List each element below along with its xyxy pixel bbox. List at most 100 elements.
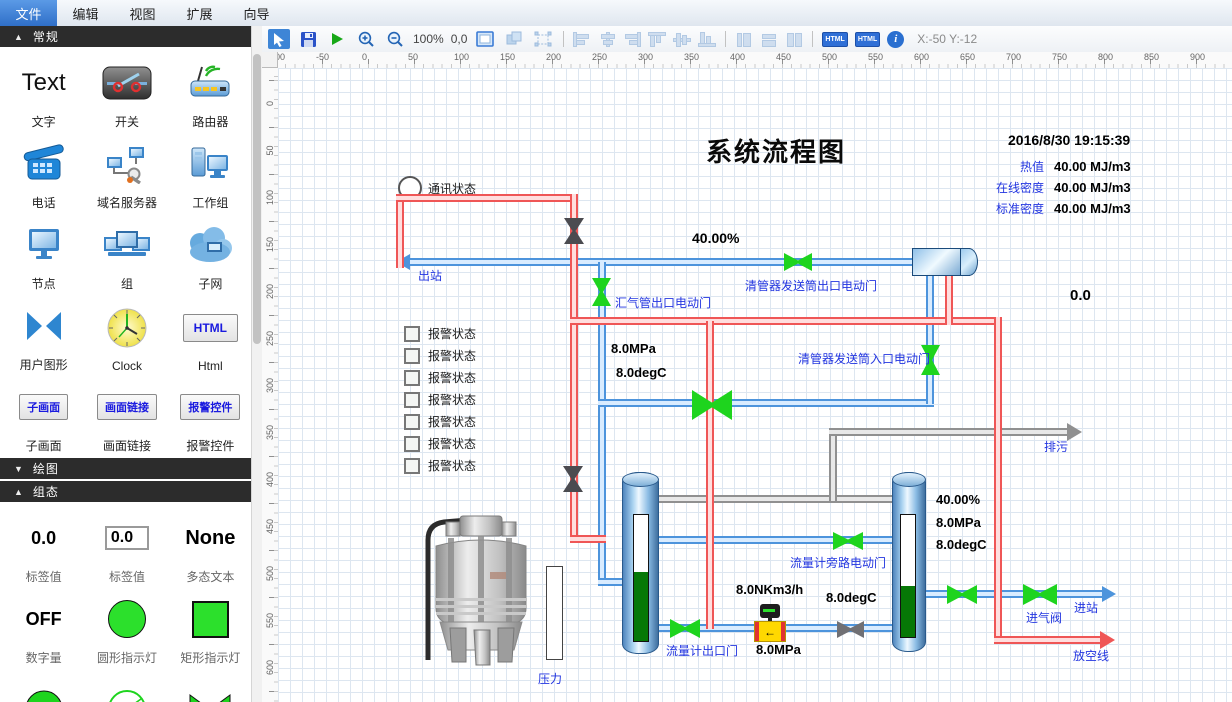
palette-item-group[interactable]: 组 (85, 215, 168, 296)
section-header-general[interactable]: ▲ 常规 (0, 26, 262, 47)
palette-item-html[interactable]: HTML Html (169, 296, 252, 377)
meter-outlet-valve[interactable] (670, 619, 700, 638)
palette-item-pump[interactable] (85, 670, 168, 702)
outbound-label[interactable]: 出站 (418, 267, 442, 284)
align-bottom-button[interactable] (698, 32, 716, 47)
alarm-status-row[interactable]: 报警状态 (404, 435, 476, 452)
bypass-valve-label[interactable]: 流量计旁路电动门 (790, 554, 886, 571)
tank-inlet-valve[interactable] (947, 585, 977, 604)
pig-inlet-label[interactable]: 清管器发送筒入口电动门 (798, 350, 930, 367)
palette-item-phone[interactable]: 电话 (2, 134, 85, 215)
alarm-checkbox[interactable] (404, 348, 420, 364)
section-header-drawing[interactable]: ▼ 绘图 (0, 458, 262, 479)
menu-extension[interactable]: 扩展 (171, 0, 228, 26)
red-pipe-vent-riser[interactable] (994, 317, 1002, 643)
palette-item-subscreen[interactable]: 子画面 子画面 (2, 377, 85, 458)
menu-view[interactable]: 视图 (114, 0, 171, 26)
right-tank-level-gauge[interactable] (900, 514, 916, 638)
separator-tank-graphic[interactable] (422, 510, 540, 668)
zoom-in-button[interactable] (355, 29, 377, 49)
drain-label[interactable]: 排污 (1044, 438, 1068, 455)
align-middle-button[interactable] (673, 32, 691, 47)
pig-launcher-outlet-valve[interactable] (784, 253, 812, 271)
alarm-checkbox[interactable] (404, 370, 420, 386)
red-pipe-receiver-drop[interactable] (945, 273, 953, 325)
palette-item-dns[interactable]: 域名服务器 (85, 134, 168, 215)
alarm-checkbox[interactable] (404, 414, 420, 430)
drain-arrow[interactable] (1067, 423, 1082, 441)
palette-item-clock[interactable]: Clock (85, 296, 168, 377)
canvas-properties-button[interactable] (474, 29, 496, 49)
group-button[interactable] (503, 29, 525, 49)
design-canvas[interactable]: 系统流程图 2016/8/30 19:15:39 热值 40.00 MJ/m3 … (278, 68, 1232, 702)
pig-receiver-vessel[interactable] (912, 248, 970, 276)
palette-item-rect-light[interactable]: 矩形指示灯 (169, 589, 252, 670)
same-width-button[interactable] (735, 32, 753, 47)
mid-temp-value[interactable]: 8.0degC (616, 365, 667, 380)
align-top-button[interactable] (648, 32, 666, 47)
scrollbar-thumb[interactable] (253, 54, 261, 344)
vent-label[interactable]: 放空线 (1073, 647, 1109, 664)
run-button[interactable] (326, 29, 348, 49)
meter-temp-value[interactable]: 8.0degC (826, 590, 877, 605)
left-tank-level-gauge[interactable] (633, 514, 649, 642)
blue-pipe-cross-header[interactable] (598, 399, 934, 407)
pressure-bar-label[interactable]: 压力 (538, 670, 562, 687)
sidebar-scrollbar[interactable] (251, 26, 262, 702)
save-button[interactable] (297, 29, 319, 49)
info-row[interactable]: 在线密度 40.00 MJ/m3 (968, 179, 1131, 196)
dark-valve-upper[interactable] (564, 218, 584, 244)
station-inlet-valve[interactable] (1023, 584, 1057, 605)
alarm-status-row[interactable]: 报警状态 (404, 347, 476, 364)
inlet-valve-label[interactable]: 进气阀 (1026, 609, 1062, 626)
palette-item-round-light[interactable]: 圆形指示灯 (85, 589, 168, 670)
blue-pipe-outbound-main[interactable] (409, 258, 915, 266)
pig-outlet-label[interactable]: 清管器发送筒出口电动门 (745, 277, 877, 294)
palette-item-node[interactable]: 节点 (2, 215, 85, 296)
inbound-label[interactable]: 进站 (1074, 599, 1098, 616)
red-pipe-vent-run[interactable] (994, 636, 1102, 644)
palette-item-text[interactable]: Text 文字 (2, 53, 85, 134)
same-size-button[interactable] (785, 32, 803, 47)
alarm-status-row[interactable]: 报警状态 (404, 457, 476, 474)
header-valve-label[interactable]: 汇气管出口电动门 (615, 294, 711, 311)
alarm-checkbox[interactable] (404, 458, 420, 474)
meter-outlet-label[interactable]: 流量计出口门 (666, 642, 738, 659)
flow-sensor-head[interactable] (760, 604, 780, 618)
palette-item-valve[interactable] (169, 670, 252, 702)
tank-pressure-value[interactable]: 8.0MPa (936, 515, 981, 530)
red-pipe-bottom-elbow[interactable] (570, 535, 606, 543)
tank-percent-value[interactable]: 40.00% (936, 492, 980, 507)
datetime-display[interactable]: 2016/8/30 19:15:39 (1008, 132, 1130, 148)
meter-bypass-valve[interactable] (833, 532, 863, 550)
align-right-button[interactable] (623, 32, 641, 47)
menu-edit[interactable]: 编辑 (57, 0, 114, 26)
palette-item-router[interactable]: 路由器 (169, 53, 252, 134)
palette-item-sector[interactable] (2, 670, 85, 702)
red-pipe-u-top[interactable] (396, 194, 578, 202)
flow-rate-value[interactable]: 8.0NKm3/h (736, 582, 803, 597)
meter-pressure-value[interactable]: 8.0MPa (756, 642, 801, 657)
info-row[interactable]: 标准密度 40.00 MJ/m3 (968, 200, 1131, 217)
palette-item-digital[interactable]: OFF 数字量 (2, 589, 85, 670)
section-header-config[interactable]: ▲ 组态 (0, 481, 262, 502)
palette-item-multistate-text[interactable]: None 多态文本 (169, 508, 252, 589)
palette-item-workgroup[interactable]: 工作组 (169, 134, 252, 215)
alarm-status-row[interactable]: 报警状态 (404, 325, 476, 342)
ungroup-button[interactable] (532, 29, 554, 49)
palette-item-screenlink[interactable]: 画面链接 画面链接 (85, 377, 168, 458)
zoom-out-button[interactable] (384, 29, 406, 49)
flow-meter[interactable]: ← (754, 621, 786, 642)
menu-wizard[interactable]: 向导 (228, 0, 285, 26)
red-pipe-meter-drop[interactable] (706, 321, 714, 629)
tank-temp-value[interactable]: 8.0degC (936, 537, 987, 552)
alarm-checkbox[interactable] (404, 436, 420, 452)
palette-item-tagvalue[interactable]: 0.0 标签值 (2, 508, 85, 589)
info-button[interactable]: i (887, 31, 904, 48)
menu-file[interactable]: 文件 (0, 0, 57, 26)
diagram-title[interactable]: 系统流程图 (706, 132, 846, 169)
alarm-status-row[interactable]: 报警状态 (404, 391, 476, 408)
palette-item-switch[interactable]: 开关 (85, 53, 168, 134)
mid-pressure-value[interactable]: 8.0MPa (611, 341, 656, 356)
palette-item-tagvalue-boxed[interactable]: 0.0 标签值 (85, 508, 168, 589)
